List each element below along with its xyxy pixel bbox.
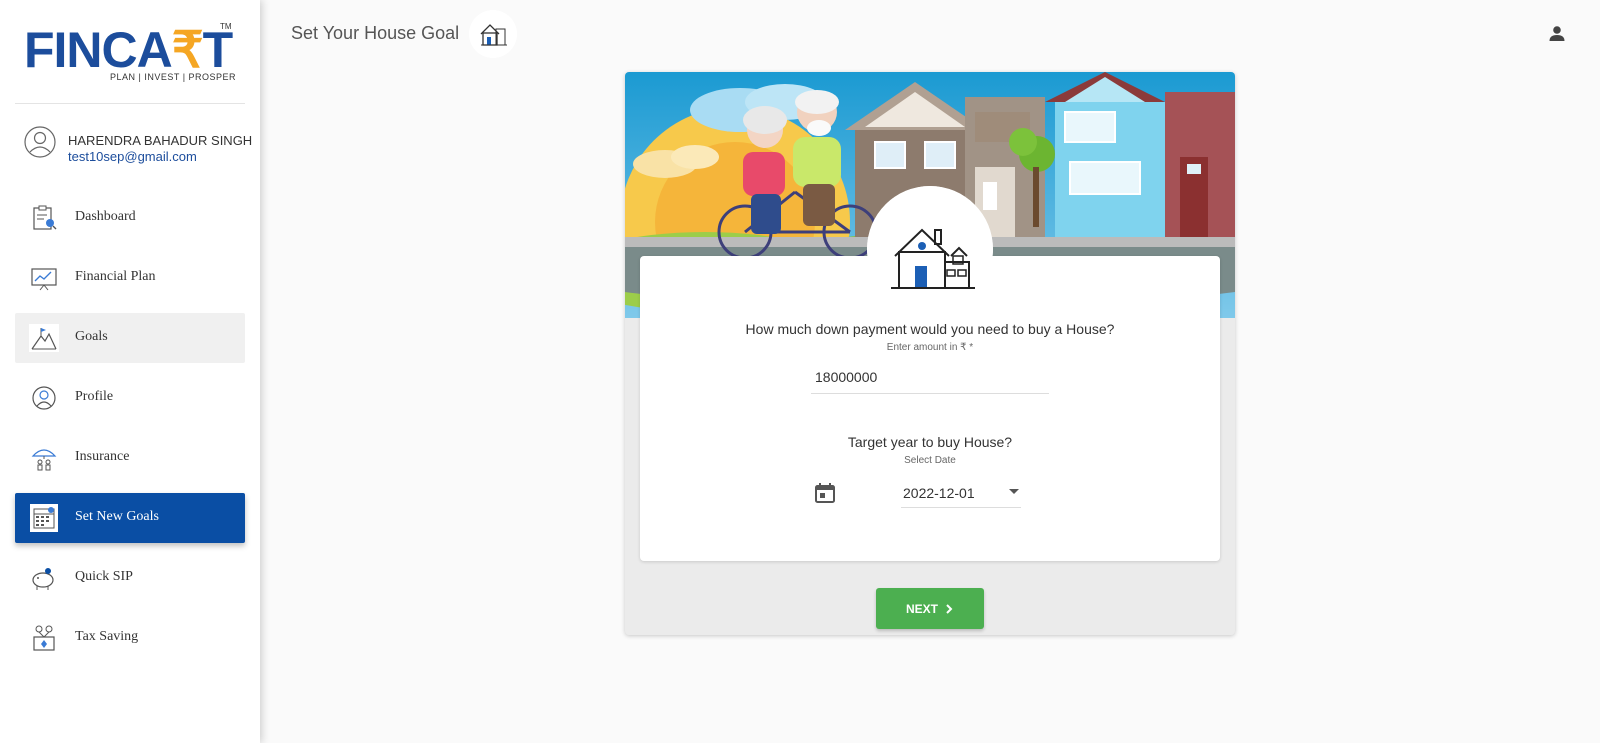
sidebar-nav: Dashboard Financial Plan Goals Profile I…: [15, 193, 245, 673]
fincart-logo[interactable]: FINCA₹T TM PLAN | INVEST | PROSPER: [24, 22, 236, 86]
amount-field[interactable]: [811, 362, 1049, 394]
logo-rupee: ₹: [171, 22, 204, 78]
user-email: test10sep@gmail.com: [68, 149, 197, 164]
house-icon: [867, 186, 993, 312]
target-year-question: Target year to buy House?: [847, 434, 1013, 450]
sidebar-item-set-new-goals[interactable]: Set New Goals: [15, 493, 245, 543]
logo-trademark: TM: [220, 22, 232, 31]
sidebar-item-quick-sip[interactable]: Quick SIP: [15, 553, 245, 603]
sidebar-divider: [15, 103, 245, 104]
set-new-goals-icon: [30, 504, 58, 532]
profile-icon: [32, 386, 56, 410]
next-button[interactable]: NEXT: [876, 588, 984, 629]
page-title: Set Your House Goal: [291, 23, 460, 43]
sidebar-item-tax-saving[interactable]: Tax Saving: [15, 613, 245, 663]
goals-icon: [29, 324, 59, 352]
sidebar-item-profile[interactable]: Profile: [15, 373, 245, 423]
sidebar-item-label: Tax Saving: [75, 629, 139, 644]
chevron-right-icon: [946, 603, 953, 614]
house-goal-icon: [469, 10, 517, 58]
sidebar-item-label: Profile: [75, 389, 114, 404]
target-year-hint: Select Date: [904, 455, 956, 466]
sidebar-item-label: Dashboard: [75, 209, 136, 224]
next-button-label: NEXT: [905, 601, 938, 616]
chevron-down-icon: [1009, 489, 1019, 494]
sidebar-item-insurance[interactable]: Insurance: [15, 433, 245, 483]
sidebar: FINCA₹T TM PLAN | INVEST | PROSPER HAREN…: [0, 0, 260, 743]
user-info: HARENDRA BAHADUR SINGH test10sep@gmail.c…: [24, 124, 254, 172]
logo-wordmark: FINCA₹T: [24, 22, 233, 78]
quick-sip-icon: [32, 568, 54, 590]
sidebar-item-label: Quick SIP: [75, 569, 133, 584]
sidebar-item-label: Financial Plan: [75, 269, 156, 284]
house-goal-card: How much down payment would you need to …: [625, 72, 1235, 635]
logo-text-a: FINCA: [24, 22, 173, 78]
sidebar-item-goals[interactable]: Goals: [15, 313, 245, 363]
user-name: HARENDRA BAHADUR SINGH: [68, 133, 253, 148]
tax-saving-icon: [33, 625, 55, 651]
calendar-icon[interactable]: [814, 482, 836, 504]
amount-question: How much down payment would you need to …: [745, 321, 1115, 337]
amount-hint: Enter amount in ₹ *: [886, 342, 974, 353]
financial-plan-icon: [31, 268, 57, 291]
user-avatar-icon: [24, 126, 56, 158]
sidebar-item-label: Goals: [75, 329, 108, 344]
account-icon[interactable]: [1547, 24, 1567, 44]
target-date-value: 2022-12-01: [903, 485, 975, 501]
sidebar-item-label: Set New Goals: [75, 509, 159, 524]
insurance-icon: [31, 449, 57, 471]
target-date-select[interactable]: 2022-12-01: [901, 476, 1021, 508]
sidebar-item-dashboard[interactable]: Dashboard: [15, 193, 245, 243]
sidebar-item-label: Insurance: [75, 449, 130, 464]
amount-input[interactable]: [815, 366, 1043, 388]
logo-tagline: PLAN | INVEST | PROSPER: [110, 72, 237, 82]
sidebar-item-financial-plan[interactable]: Financial Plan: [15, 253, 245, 303]
dashboard-icon: [33, 205, 57, 230]
